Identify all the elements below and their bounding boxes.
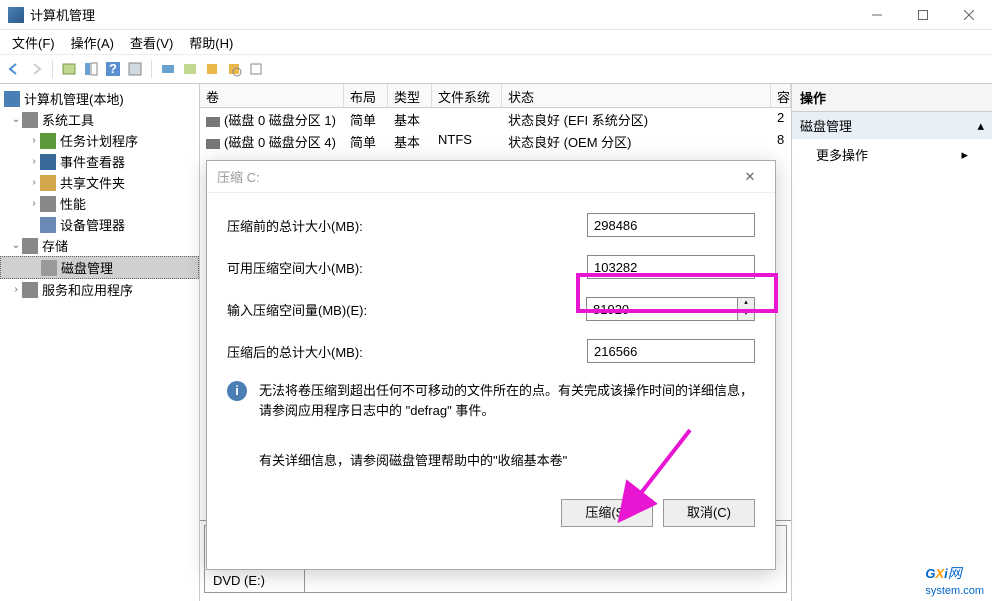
dialog-titlebar: 压缩 C: ✕	[207, 161, 775, 193]
collapse-icon[interactable]: ⌄	[10, 240, 22, 251]
tree-task-scheduler[interactable]: ›任务计划程序	[0, 130, 199, 151]
shrink-dialog: 压缩 C: ✕ 压缩前的总计大小(MB): 可用压缩空间大小(MB): 输入压缩…	[206, 160, 776, 570]
list-row[interactable]: (磁盘 0 磁盘分区 1) 简单 基本 状态良好 (EFI 系统分区) 2	[200, 108, 791, 130]
info-text: 无法将卷压缩到超出任何不可移动的文件所在的点。有关完成该操作时间的详细信息，请参…	[259, 381, 755, 420]
chevron-right-icon: ▸	[961, 147, 968, 163]
col-type[interactable]: 类型	[388, 84, 432, 107]
tb-icon-8[interactable]	[248, 61, 264, 77]
help-icon[interactable]: ?	[105, 61, 121, 77]
dialog-close-button[interactable]: ✕	[735, 169, 765, 185]
tree-root[interactable]: 计算机管理(本地)	[0, 88, 199, 109]
shrink-button[interactable]: 压缩(S)	[561, 499, 653, 527]
col-capacity[interactable]: 容	[771, 84, 791, 107]
minimize-button[interactable]	[854, 0, 900, 30]
expand-icon[interactable]: ›	[10, 284, 22, 295]
col-status[interactable]: 状态	[502, 84, 771, 107]
total-before-label: 压缩前的总计大小(MB):	[227, 216, 587, 235]
tree-performance[interactable]: ›性能	[0, 193, 199, 214]
available-label: 可用压缩空间大小(MB):	[227, 258, 587, 277]
svg-text:?: ?	[109, 61, 117, 76]
expand-icon[interactable]: ›	[28, 135, 40, 146]
forward-icon[interactable]	[28, 61, 44, 77]
total-before-field	[587, 213, 755, 237]
input-shrink-label: 输入压缩空间量(MB)(E):	[227, 300, 586, 319]
disk-icon	[206, 139, 220, 149]
menubar: 文件(F) 操作(A) 查看(V) 帮助(H)	[0, 30, 992, 54]
menu-view[interactable]: 查看(V)	[122, 31, 181, 54]
window-title: 计算机管理	[30, 5, 854, 24]
tb-icon-3[interactable]	[127, 61, 143, 77]
menu-file[interactable]: 文件(F)	[4, 31, 63, 54]
actions-header: 操作	[792, 84, 992, 112]
tree-panel: 计算机管理(本地) ⌄系统工具 ›任务计划程序 ›事件查看器 ›共享文件夹 ›性…	[0, 84, 200, 601]
tb-icon-1[interactable]	[61, 61, 77, 77]
app-icon	[8, 7, 24, 23]
tree-system-tools[interactable]: ⌄系统工具	[0, 109, 199, 130]
tree-disk-management[interactable]: 磁盘管理	[0, 256, 199, 279]
tb-icon-5[interactable]	[182, 61, 198, 77]
tree-event-viewer[interactable]: ›事件查看器	[0, 151, 199, 172]
tree-storage[interactable]: ⌄存储	[0, 235, 199, 256]
watermark: GXi网 system.com	[925, 553, 984, 597]
actions-panel: 操作 磁盘管理 ▴ 更多操作 ▸	[792, 84, 992, 601]
toolbar: ?	[0, 54, 992, 84]
tb-icon-2[interactable]	[83, 61, 99, 77]
spinner-down-button[interactable]: ▾	[738, 309, 754, 320]
close-button[interactable]	[946, 0, 992, 30]
spinner-up-button[interactable]: ▴	[738, 298, 754, 309]
expand-icon[interactable]: ›	[28, 177, 40, 188]
cancel-button[interactable]: 取消(C)	[663, 499, 755, 527]
list-header: 卷 布局 类型 文件系统 状态 容	[200, 84, 791, 108]
input-shrink-field[interactable]	[586, 297, 738, 321]
expand-icon[interactable]: ›	[28, 198, 40, 209]
tb-icon-7[interactable]	[226, 61, 242, 77]
col-layout[interactable]: 布局	[344, 84, 388, 107]
tb-icon-6[interactable]	[204, 61, 220, 77]
col-volume[interactable]: 卷	[200, 84, 344, 107]
collapse-icon: ▴	[977, 118, 984, 134]
menu-help[interactable]: 帮助(H)	[181, 31, 241, 54]
disk-icon	[206, 117, 220, 127]
total-after-field	[587, 339, 755, 363]
titlebar: 计算机管理	[0, 0, 992, 30]
expand-icon[interactable]: ›	[28, 156, 40, 167]
back-icon[interactable]	[6, 61, 22, 77]
note-text: 有关详细信息，请参阅磁盘管理帮助中的"收缩基本卷"	[259, 450, 755, 469]
actions-section[interactable]: 磁盘管理 ▴	[792, 112, 992, 139]
tb-icon-4[interactable]	[160, 61, 176, 77]
menu-action[interactable]: 操作(A)	[63, 31, 122, 54]
tree-shared-folders[interactable]: ›共享文件夹	[0, 172, 199, 193]
collapse-icon[interactable]: ⌄	[10, 114, 22, 125]
dialog-title: 压缩 C:	[217, 167, 260, 186]
maximize-button[interactable]	[900, 0, 946, 30]
tree-device-manager[interactable]: 设备管理器	[0, 214, 199, 235]
info-icon: i	[227, 381, 247, 401]
col-filesystem[interactable]: 文件系统	[432, 84, 502, 107]
available-field	[587, 255, 755, 279]
tree-services-apps[interactable]: ›服务和应用程序	[0, 279, 199, 300]
actions-more[interactable]: 更多操作 ▸	[792, 139, 992, 170]
list-row[interactable]: (磁盘 0 磁盘分区 4) 简单 基本 NTFS 状态良好 (OEM 分区) 8	[200, 130, 791, 152]
total-after-label: 压缩后的总计大小(MB):	[227, 342, 587, 361]
